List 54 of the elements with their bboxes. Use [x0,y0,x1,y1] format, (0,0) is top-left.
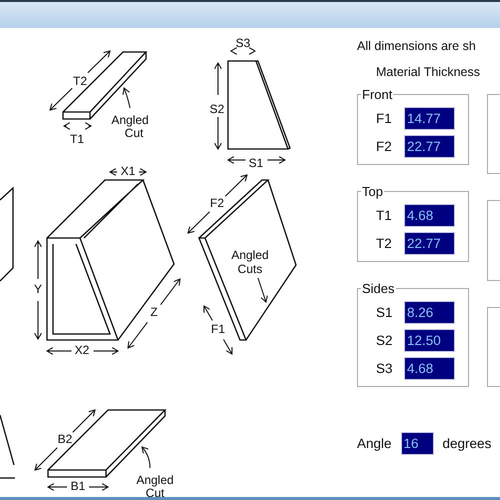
dimension-arrow [50,50,110,110]
number-field[interactable]: 12.50 [404,329,455,352]
dimension-arrow [128,278,180,348]
dimension-label: Angled [231,248,269,262]
field-label: T1 [376,208,393,223]
dimension-arrow [188,174,248,234]
pointer-arrow [142,446,150,468]
dimension-arrow [230,47,256,55]
dimension-label: S2 [210,102,224,116]
group-title: Front [361,87,394,102]
dimension-label: Cuts [238,262,262,276]
group-title: Sides [361,281,396,296]
field-label: Angle [357,436,392,451]
field-label: S1 [376,305,394,320]
unit-label: degrees [442,436,492,451]
dimension-label: Angled [111,113,149,128]
number-field[interactable]: 22.77 [404,135,455,158]
angle-field[interactable]: 16 [400,432,434,455]
dimension-label: Cut [146,486,164,497]
section-heading: Material Thickness [376,65,481,79]
dimension-label: T2 [73,74,87,88]
dimensions-note: All dimensions are sh [357,39,477,53]
number-field[interactable]: 4.68 [404,357,455,380]
field-label: F1 [376,111,393,126]
dimension-label: B1 [70,479,86,494]
field-label: S3 [376,361,394,376]
dimension-label: S3 [236,36,250,50]
number-field[interactable]: 14.77 [404,107,455,130]
field-label: F2 [376,139,393,154]
dimension-arrow [110,168,146,176]
dimension-label: F2 [210,196,224,210]
dimension-label: Angled [136,473,174,488]
pointer-arrow [122,88,130,108]
dimension-arrow [204,306,232,354]
field-label: S2 [376,333,394,348]
number-field[interactable]: 8.26 [404,301,455,324]
dimension-label: F1 [211,322,225,336]
pointer-arrow [258,278,268,302]
dimension-label: Y [34,282,42,296]
field-label: T2 [376,236,393,251]
dimension-label: T1 [70,132,84,146]
number-field[interactable]: 22.77 [404,232,455,255]
dimension-arrow [64,122,92,130]
group-title: Top [361,184,384,199]
dimension-arrow [34,410,96,470]
dimension-label: X2 [74,343,90,358]
dimension-label: X1 [120,164,136,178]
dimension-label: S1 [248,156,264,170]
dimension-label: B2 [58,432,72,446]
dimension-arrow [46,347,118,355]
dimension-label: Z [150,305,158,320]
number-field[interactable]: 4.68 [404,204,455,227]
dimension-label: Cut [124,126,144,140]
dimension-arrow [48,483,108,491]
